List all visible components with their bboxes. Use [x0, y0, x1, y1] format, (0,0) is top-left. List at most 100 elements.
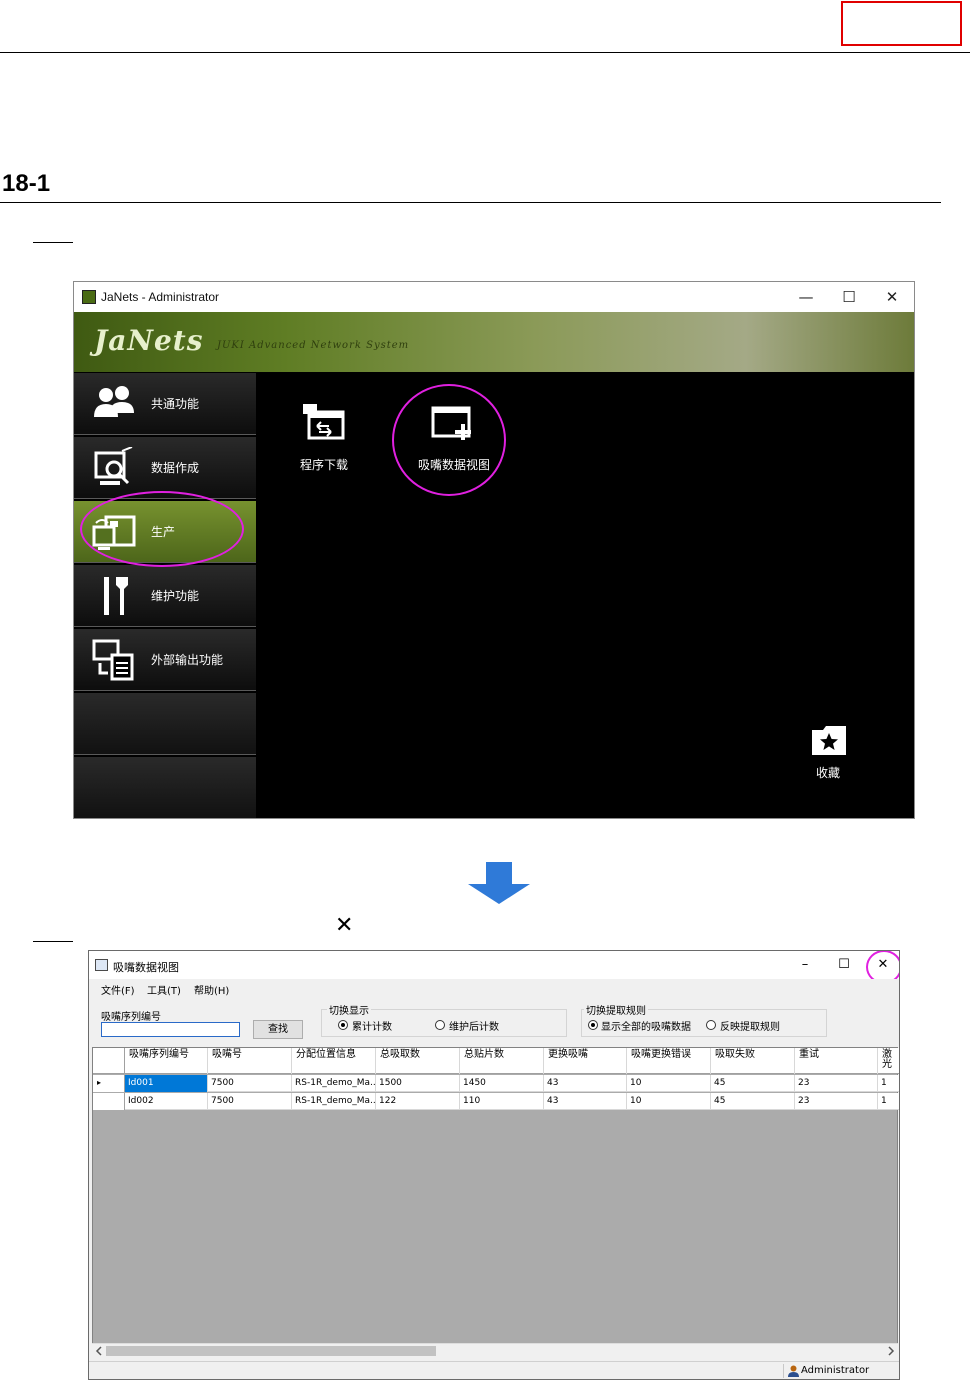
table-cell[interactable]: Id001 — [125, 1075, 208, 1092]
janets-close-button[interactable]: ✕ — [872, 286, 912, 308]
main-item-program-download[interactable]: 程序下载 — [289, 402, 359, 478]
section-title: 18-1 — [2, 170, 51, 197]
column-header[interactable]: 重试 — [795, 1048, 878, 1074]
table-cell[interactable]: RS-1R_demo_Ma... — [292, 1093, 376, 1110]
favorites-button[interactable]: 收藏 — [800, 724, 856, 782]
menu-help[interactable]: 帮助(H) — [194, 982, 229, 997]
janets-titlebar: JaNets - Administrator — ☐ ✕ — [74, 282, 914, 312]
arrow-down-icon — [468, 862, 530, 904]
highlight-circle-production — [80, 491, 244, 567]
step-marker-1 — [33, 242, 73, 243]
row-current-marker: ▸ — [93, 1075, 125, 1092]
sidebar-item-label: 共通功能 — [151, 397, 200, 411]
header-red-box — [841, 1, 962, 46]
column-header[interactable]: 总吸取数 — [376, 1048, 460, 1074]
sidebar-empty-slot — [74, 757, 256, 818]
table-cell[interactable]: 45 — [711, 1075, 795, 1092]
horizontal-scrollbar[interactable] — [92, 1343, 898, 1357]
nozzle-view-app-icon — [95, 959, 108, 971]
table-cell[interactable]: RS-1R_demo_Ma... — [292, 1075, 376, 1092]
janets-tagline: JUKI Advanced Network System — [217, 340, 410, 351]
close-symbol-icon: ✕ — [335, 913, 354, 938]
janets-logo: JaNets — [94, 324, 204, 357]
table-cell[interactable]: 1450 — [460, 1075, 544, 1092]
menu-tools[interactable]: 工具(T) — [147, 982, 181, 997]
column-header[interactable]: 更换吸嘴 — [544, 1048, 627, 1074]
janets-window: JaNets - Administrator — ☐ ✕ JaNets JUKI… — [73, 281, 915, 819]
radio-show-all-label: 显示全部的吸嘴数据 — [601, 1022, 691, 1033]
user-icon — [788, 1365, 799, 1377]
radio-cumulative-label: 累计计数 — [352, 1022, 392, 1033]
janets-banner: JaNets JUKI Advanced Network System — [74, 312, 914, 372]
table-cell[interactable]: 43 — [544, 1075, 627, 1092]
column-header[interactable]: 吸取失败 — [711, 1048, 795, 1074]
search-button[interactable]: 查找 — [253, 1020, 303, 1039]
table-cell[interactable]: 1 — [878, 1075, 899, 1092]
menu-bar: 文件(F) 工具(T) 帮助(H) — [89, 979, 899, 997]
tools-icon — [104, 577, 128, 615]
table-row[interactable]: Id002 7500 RS-1R_demo_Ma... 122 110 43 1… — [93, 1093, 899, 1110]
scroll-right-icon[interactable] — [886, 1346, 896, 1356]
table-row[interactable]: ▸ Id001 7500 RS-1R_demo_Ma... 1500 1450 … — [93, 1075, 899, 1092]
janets-sidebar: 共通功能 数据作成 生产 维护功能 外部输出功能 — [74, 373, 256, 818]
table-cell[interactable]: 7500 — [208, 1093, 292, 1110]
table-cell[interactable]: 110 — [460, 1093, 544, 1110]
grid-corner-cell — [93, 1048, 125, 1074]
program-download-icon — [303, 404, 345, 440]
radio-apply-rule[interactable] — [706, 1020, 716, 1030]
table-cell[interactable]: 45 — [711, 1093, 795, 1110]
nozzle-view-maximize-button[interactable]: ☐ — [826, 955, 862, 975]
status-divider — [783, 1364, 784, 1378]
radio-cumulative[interactable] — [338, 1020, 348, 1030]
rule-group-title: 切换提取规则 — [584, 1002, 648, 1017]
search-label: 吸嘴序列编号 — [101, 1012, 161, 1023]
favorites-label: 收藏 — [815, 766, 840, 780]
nozzle-data-grid: 吸嘴序列编号 吸嘴号 分配位置信息 总吸取数 总贴片数 更换吸嘴 吸嘴更换错误 … — [92, 1047, 899, 1347]
table-cell[interactable]: 1 — [878, 1093, 899, 1110]
column-header[interactable]: 总贴片数 — [460, 1048, 544, 1074]
scrollbar-thumb[interactable] — [106, 1346, 436, 1356]
table-cell[interactable]: 23 — [795, 1075, 878, 1092]
main-item-label: 程序下载 — [299, 458, 348, 472]
table-cell[interactable]: 122 — [376, 1093, 460, 1110]
nozzle-view-title: 吸嘴数据视图 — [113, 961, 179, 974]
janets-app-icon — [82, 290, 96, 304]
column-header[interactable]: 吸嘴号 — [208, 1048, 292, 1074]
table-cell[interactable]: 10 — [627, 1075, 711, 1092]
row-header — [93, 1093, 125, 1110]
sidebar-item-label: 数据作成 — [151, 461, 200, 475]
table-cell[interactable]: 10 — [627, 1093, 711, 1110]
sidebar-empty-slot — [74, 693, 256, 755]
status-bar: Administrator — [89, 1361, 899, 1379]
grid-header: 吸嘴序列编号 吸嘴号 分配位置信息 总吸取数 总贴片数 更换吸嘴 吸嘴更换错误 … — [93, 1048, 899, 1074]
table-cell[interactable]: 1500 — [376, 1075, 460, 1092]
scroll-left-icon[interactable] — [94, 1346, 104, 1356]
section-rule — [0, 202, 941, 203]
nozzle-serial-input[interactable] — [101, 1022, 240, 1037]
table-cell[interactable]: 43 — [544, 1093, 627, 1110]
header-rule — [0, 52, 970, 53]
sidebar-item-export[interactable]: 外部输出功能 — [74, 629, 256, 691]
export-icon — [92, 639, 134, 681]
display-group-title: 切换显示 — [327, 1002, 371, 1017]
radio-apply-rule-label: 反映提取规则 — [720, 1022, 780, 1033]
menu-file[interactable]: 文件(F) — [101, 982, 135, 997]
sidebar-item-common[interactable]: 共通功能 — [74, 373, 256, 435]
column-header[interactable]: 分配位置信息 — [292, 1048, 376, 1074]
table-cell[interactable]: Id002 — [125, 1093, 208, 1110]
table-cell[interactable]: 23 — [795, 1093, 878, 1110]
nozzle-view-titlebar: 吸嘴数据视图 – ☐ ✕ — [89, 951, 899, 979]
radio-show-all[interactable] — [588, 1020, 598, 1030]
sidebar-item-maintenance[interactable]: 维护功能 — [74, 565, 256, 627]
column-header[interactable]: 吸嘴序列编号 — [125, 1048, 208, 1074]
janets-minimize-button[interactable]: — — [786, 286, 826, 308]
sidebar-item-data-create[interactable]: 数据作成 — [74, 437, 256, 499]
janets-maximize-button[interactable]: ☐ — [829, 286, 869, 308]
radio-post-maintenance[interactable] — [435, 1020, 445, 1030]
sidebar-item-label: 外部输出功能 — [151, 653, 224, 667]
nozzle-view-window: 吸嘴数据视图 – ☐ ✕ 文件(F) 工具(T) 帮助(H) 吸嘴序列编号 查找… — [88, 950, 900, 1380]
table-cell[interactable]: 7500 — [208, 1075, 292, 1092]
nozzle-view-minimize-button[interactable]: – — [787, 955, 823, 975]
column-header[interactable]: 吸嘴更换错误 — [627, 1048, 711, 1074]
column-header[interactable]: 激光 — [878, 1048, 899, 1074]
